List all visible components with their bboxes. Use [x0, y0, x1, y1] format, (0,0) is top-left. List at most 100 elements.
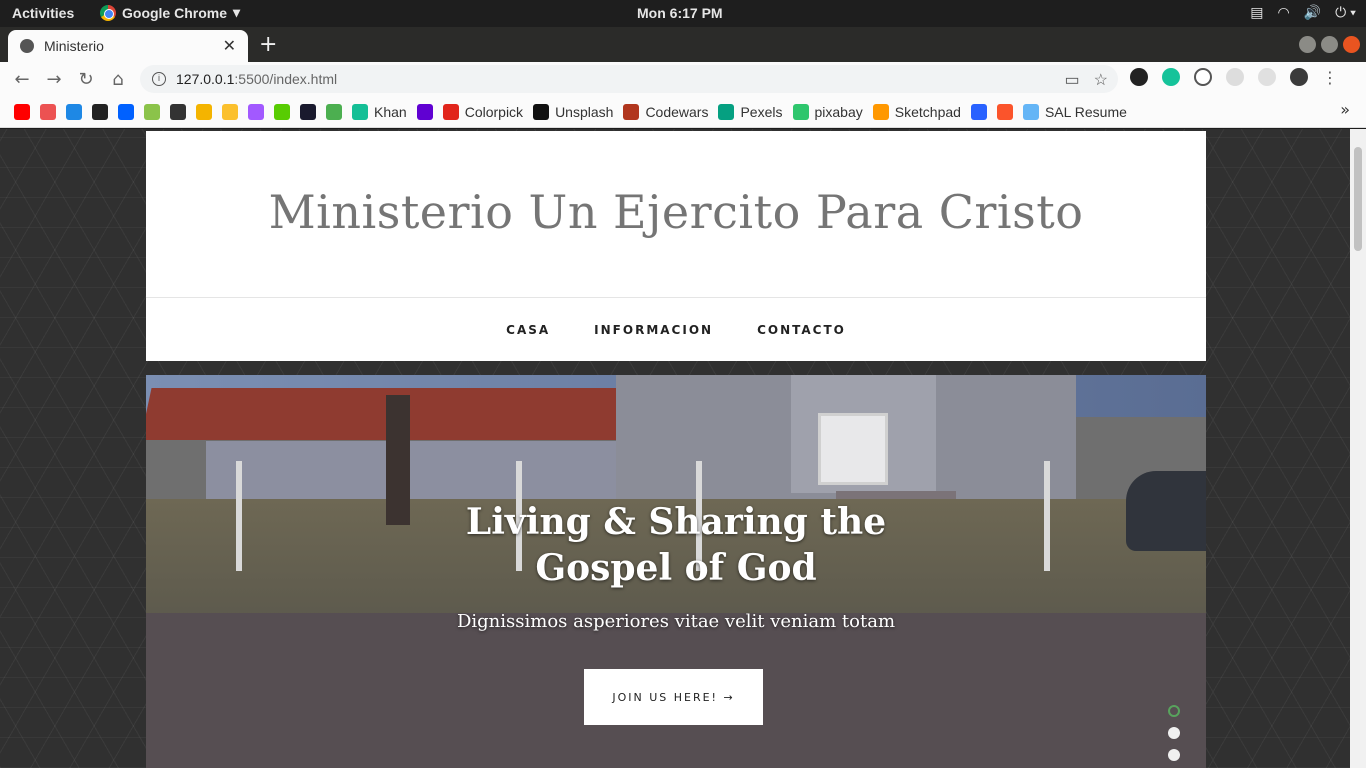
volume-icon[interactable]: 🔊 — [1304, 4, 1321, 21]
bookmark-item[interactable] — [40, 103, 56, 120]
join-us-button[interactable]: JOIN US HERE! → — [584, 669, 763, 725]
bookmark-item[interactable] — [14, 103, 30, 120]
bookmark-label: Codewars — [645, 103, 709, 120]
bookmark-item[interactable] — [416, 103, 433, 120]
site-header: Ministerio Un Ejercito Para Cristo — [146, 131, 1206, 298]
bookmark-item[interactable] — [170, 103, 186, 120]
bookmark-item[interactable] — [248, 103, 264, 120]
bookmark-label: Khan — [374, 103, 407, 120]
browser-toolbar: ← → ↻ ⌂ i 127.0.0.1:5500/index.html ▭ ☆ … — [0, 62, 1366, 96]
bookmark-item[interactable]: Sketchpad — [872, 103, 961, 120]
bookmark-item[interactable]: Khan — [352, 103, 407, 120]
scrollbar-thumb[interactable] — [1354, 147, 1362, 251]
slider-dot-2[interactable] — [1168, 727, 1180, 739]
site-info-icon[interactable]: i — [152, 72, 166, 86]
nav-casa[interactable]: CASA — [506, 323, 550, 337]
bookmark-item[interactable]: pixabay — [792, 103, 863, 120]
bookmark-item[interactable] — [970, 103, 987, 120]
avatar[interactable] — [1290, 68, 1308, 86]
bookmark-item[interactable] — [196, 103, 212, 120]
new-tab-button[interactable]: + — [259, 32, 277, 57]
globe-icon — [20, 39, 34, 53]
maximize-button[interactable] — [1321, 36, 1338, 53]
github-icon — [92, 103, 108, 120]
url-path: :5500/index.html — [234, 71, 338, 87]
duo-icon — [274, 103, 290, 120]
site-title[interactable]: Ministerio Un Ejercito Para Cristo — [146, 185, 1206, 239]
udemy-icon — [40, 103, 56, 120]
bookmark-item[interactable] — [326, 103, 342, 120]
bookmark-item[interactable]: Codewars — [623, 103, 709, 120]
bookmark-star-icon[interactable]: ☆ — [1094, 70, 1108, 90]
adobe-icon — [442, 103, 459, 120]
tab-strip: Ministerio ✕ + — [0, 27, 1366, 62]
menu-icon[interactable]: ⋮ — [1322, 68, 1338, 87]
extension-paw-icon[interactable] — [1130, 68, 1148, 86]
extension-ring-icon[interactable] — [1194, 68, 1212, 86]
bookmark-item[interactable] — [274, 103, 290, 120]
os-top-bar: Activities Google Chrome ▾ Mon 6:17 PM ▤… — [0, 0, 1366, 27]
bookmark-item[interactable]: Pexels — [718, 103, 783, 120]
bookmark-label: SAL Resume — [1044, 103, 1127, 120]
hashnode-icon — [970, 103, 987, 120]
notes-icon[interactable]: ▤ — [1250, 4, 1263, 21]
app-menu[interactable]: Google Chrome ▾ — [100, 4, 240, 21]
address-bar[interactable]: i 127.0.0.1:5500/index.html ▭ ☆ — [140, 65, 1118, 93]
youtube-icon — [14, 103, 30, 120]
page-scrollbar[interactable] — [1350, 129, 1366, 768]
bookmarks-overflow-icon[interactable]: » — [1340, 100, 1350, 119]
slider-dot-3[interactable] — [1168, 749, 1180, 761]
nav-informacion[interactable]: INFORMACION — [594, 323, 713, 337]
bookmark-item[interactable] — [996, 103, 1013, 120]
back-icon[interactable]: ← — [6, 69, 38, 90]
page-viewport: Ministerio Un Ejercito Para Cristo CASA … — [0, 129, 1366, 768]
bookmark-item[interactable] — [118, 103, 134, 120]
bookmark-item[interactable] — [92, 103, 108, 120]
power-icon[interactable]: ⏻ ▾ — [1335, 4, 1356, 21]
bookmark-label: pixabay — [814, 103, 863, 120]
pexels-icon — [718, 103, 735, 120]
cast-icon[interactable]: ▭ — [1065, 70, 1080, 90]
globe-icon — [170, 103, 186, 120]
codewars-icon — [623, 103, 640, 120]
wifi-icon[interactable]: ◠ — [1278, 4, 1290, 21]
tab-ministerio[interactable]: Ministerio ✕ — [8, 30, 248, 62]
forward-icon[interactable]: → — [38, 69, 70, 90]
main-nav: CASA INFORMACION CONTACTO — [146, 298, 1206, 361]
home-icon[interactable]: ⌂ — [102, 69, 134, 90]
dropbox-icon — [118, 103, 134, 120]
system-tray[interactable]: ▤ ◠ 🔊 ⏻ ▾ — [1250, 4, 1356, 21]
extension-grid-icon[interactable] — [1226, 68, 1244, 86]
bookmarks-bar: Khan Colorpick Unsplash Codewars Pexels pixab… — [0, 96, 1366, 128]
grammarly-icon[interactable] — [1162, 68, 1180, 86]
extension-face-icon[interactable] — [1258, 68, 1276, 86]
clock[interactable]: Mon 6:17 PM — [637, 5, 723, 21]
close-tab-icon[interactable]: ✕ — [223, 36, 236, 56]
hero-subtitle: Dignissimos asperiores vitae velit venia… — [456, 611, 896, 632]
bookmark-item[interactable]: Unsplash — [533, 103, 614, 120]
bookmark-item[interactable] — [66, 103, 82, 120]
dev-icon — [300, 103, 316, 120]
window-controls — [1299, 36, 1360, 53]
bookmark-u-icon — [66, 103, 82, 120]
hero-heading-line2: Gospel of God — [535, 547, 817, 589]
activities-button[interactable]: Activities — [12, 5, 74, 21]
slider-dot-1[interactable] — [1168, 705, 1180, 717]
pixabay-icon — [792, 103, 809, 120]
colorful-icon — [144, 103, 160, 120]
nav-contacto[interactable]: CONTACTO — [757, 323, 846, 337]
bookmark-item[interactable] — [222, 103, 238, 120]
folder-icon — [196, 103, 212, 120]
bookmark-item[interactable]: Colorpick — [442, 103, 523, 120]
minimize-button[interactable] — [1299, 36, 1316, 53]
bookmark-label: Unsplash — [555, 103, 614, 120]
bookmark-item[interactable] — [144, 103, 160, 120]
slider-dots — [1168, 705, 1180, 761]
reload-icon[interactable]: ↻ — [70, 69, 102, 90]
bookmark-item[interactable]: SAL Resume — [1022, 103, 1127, 120]
bulb-icon — [222, 103, 238, 120]
close-window-button[interactable] — [1343, 36, 1360, 53]
bookmark-item[interactable] — [300, 103, 316, 120]
figma-icon — [248, 103, 264, 120]
tab-title: Ministerio — [44, 38, 104, 54]
